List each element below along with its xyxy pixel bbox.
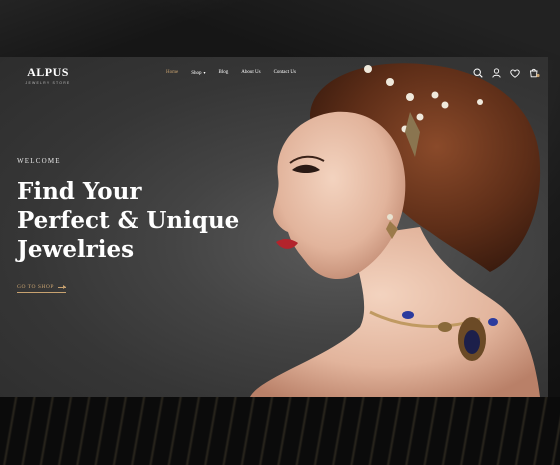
search-icon[interactable] bbox=[473, 68, 483, 78]
cart-icon[interactable] bbox=[529, 68, 540, 78]
brand-tagline: JEWELRY STORE bbox=[25, 81, 71, 85]
hero-headline-line-1: Find Your bbox=[17, 178, 142, 205]
fabric-backdrop-top bbox=[0, 0, 560, 60]
main-menu: Home Shop ▾ Blog About Us Contact Us bbox=[166, 70, 296, 76]
top-navigation: ALPUS JEWELRY STORE Home Shop ▾ Blog Abou… bbox=[0, 57, 548, 93]
nav-item-contact-us[interactable]: Contact Us bbox=[274, 70, 296, 76]
nav-item-shop[interactable]: Shop ▾ bbox=[191, 70, 205, 76]
brand-name: ALPUS bbox=[27, 65, 69, 79]
heart-icon[interactable] bbox=[510, 68, 520, 78]
nav-item-about-us[interactable]: About Us bbox=[241, 70, 260, 76]
user-icon[interactable] bbox=[492, 68, 501, 78]
header-icons bbox=[473, 68, 540, 78]
website-hero-frame: ALPUS JEWELRY STORE Home Shop ▾ Blog Abou… bbox=[0, 57, 548, 397]
go-to-shop-link[interactable]: GO TO SHOP bbox=[17, 284, 66, 293]
go-to-shop-label: GO TO SHOP bbox=[17, 284, 54, 290]
arrow-right-icon bbox=[57, 284, 66, 289]
model-portrait-image bbox=[250, 63, 541, 397]
brand-logo[interactable]: ALPUS JEWELRY STORE bbox=[18, 65, 78, 85]
hero-headline-line-3: Jewelries bbox=[17, 236, 135, 263]
nav-item-home[interactable]: Home bbox=[166, 70, 178, 76]
striped-fabric-backdrop bbox=[0, 397, 560, 465]
nav-item-shop-label: Shop bbox=[191, 71, 202, 76]
hero-headline-line-2: Perfect & Unique bbox=[17, 207, 240, 234]
chevron-down-icon: ▾ bbox=[203, 70, 206, 75]
hero-headline: Find Your Perfect & Unique Jewelries bbox=[17, 177, 257, 264]
hero-eyebrow: WELCOME bbox=[17, 157, 61, 165]
nav-item-blog[interactable]: Blog bbox=[219, 70, 229, 76]
